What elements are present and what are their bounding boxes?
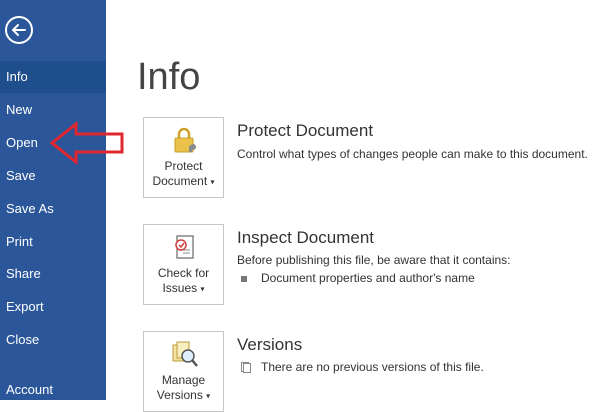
sidebar-item-info[interactable]: Info: [0, 61, 106, 93]
protect-document-description: Control what types of changes people can…: [237, 147, 588, 161]
versions-magnifier-icon: [172, 341, 198, 367]
inspect-document-description: Before publishing this file, be aware th…: [237, 253, 511, 267]
check-for-issues-label: Check for Issues ▾: [157, 266, 210, 295]
inspect-document-heading: Inspect Document: [237, 228, 375, 247]
check-for-issues-button[interactable]: Check for Issues ▾: [143, 224, 224, 305]
chevron-down-icon: ▾: [206, 391, 211, 401]
sidebar-item-close[interactable]: Close: [0, 324, 106, 356]
versions-note: There are no previous versions of this f…: [241, 360, 484, 374]
chevron-down-icon: ▾: [210, 177, 215, 187]
sidebar-item-share[interactable]: Share: [0, 258, 106, 290]
lock-key-icon: [174, 127, 196, 153]
backstage-sidebar: Info New Open Save Save As Print Share E…: [0, 0, 106, 400]
protect-document-label: Protect Document ▾: [152, 159, 215, 188]
annotation-arrow-icon: [49, 121, 124, 165]
back-arrow-icon[interactable]: [5, 16, 33, 44]
protect-document-heading: Protect Document: [237, 121, 374, 140]
inspect-bullet: Document properties and author's name: [241, 271, 475, 285]
sidebar-item-export[interactable]: Export: [0, 291, 106, 323]
versions-heading: Versions: [237, 335, 303, 354]
bullet-square-icon: [241, 275, 247, 282]
manage-versions-label: Manage Versions ▾: [156, 373, 211, 402]
protect-document-button[interactable]: Protect Document ▾: [143, 117, 224, 198]
document-icon: [241, 362, 251, 374]
page-title: Info: [137, 56, 201, 98]
sidebar-item-save-as[interactable]: Save As: [0, 193, 106, 225]
sidebar-item-account[interactable]: Account: [0, 374, 106, 406]
chevron-down-icon: ▾: [200, 284, 205, 294]
checklist-icon: [175, 235, 194, 259]
sidebar-item-print[interactable]: Print: [0, 226, 106, 258]
